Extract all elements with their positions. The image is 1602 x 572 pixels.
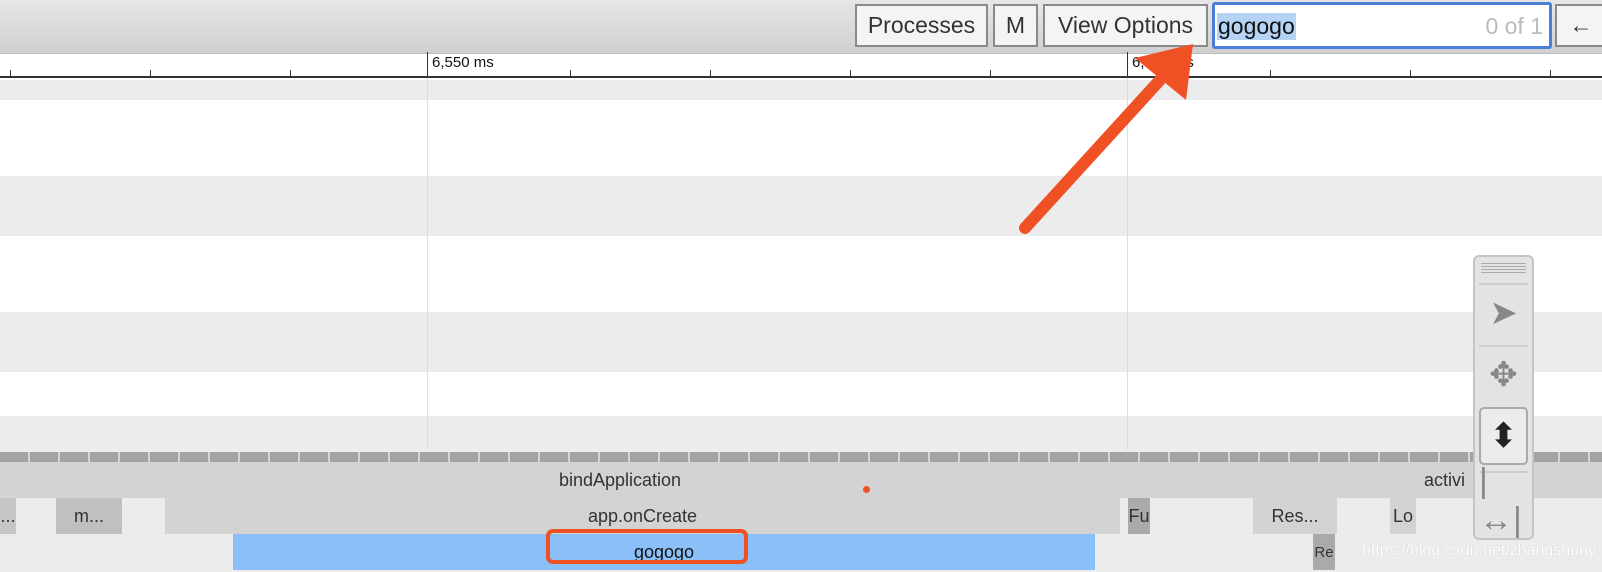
- pan-icon[interactable]: ✥: [1479, 345, 1528, 403]
- select-icon[interactable]: ➤: [1479, 283, 1528, 341]
- zoom-icon[interactable]: ⬍: [1479, 407, 1528, 465]
- watermark: https://blog.csdn.net/zhangshuny: [1362, 542, 1596, 559]
- palette-drag-handle[interactable]: [1481, 263, 1526, 275]
- timing-icon[interactable]: |↔|: [1479, 462, 1528, 539]
- annotation-arrow-icon: [1019, 44, 1193, 234]
- tool-palette: ➤ ✥ ⬍ |↔|: [1473, 255, 1534, 540]
